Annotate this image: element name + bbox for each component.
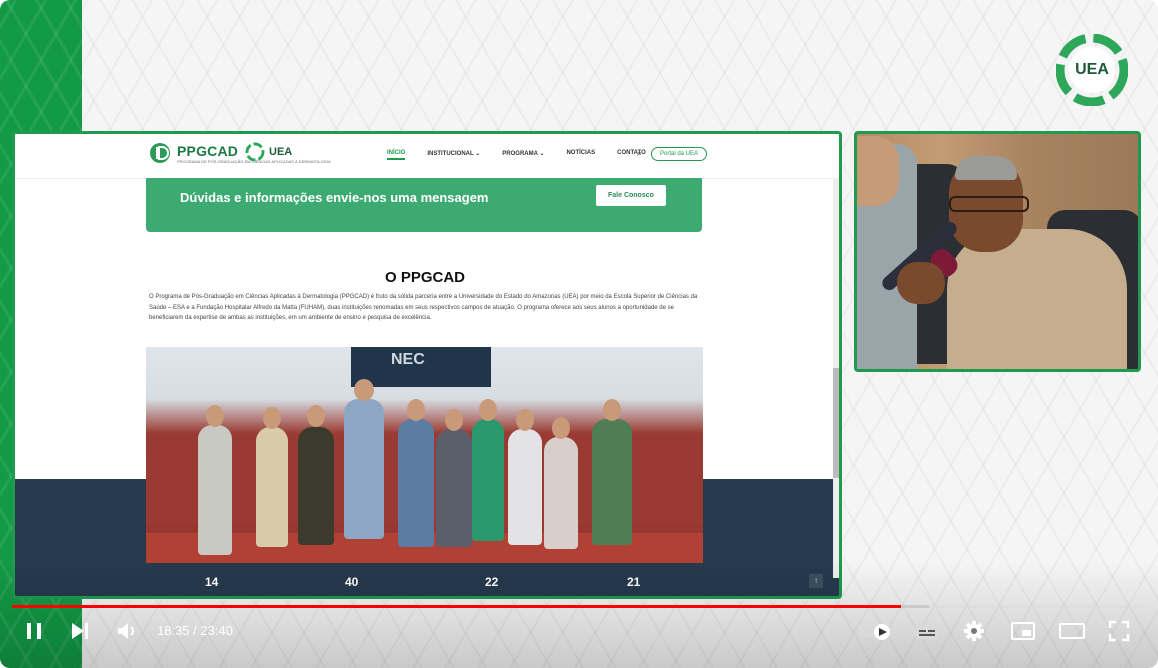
nav-institucional-label: INSTITUCIONAL bbox=[427, 151, 474, 157]
photo-head bbox=[407, 399, 425, 421]
photo-person bbox=[344, 399, 384, 539]
photo-person bbox=[298, 427, 334, 545]
chevron-down-icon: ⌄ bbox=[475, 151, 481, 157]
photo-person bbox=[256, 427, 288, 547]
webcam-background-face bbox=[857, 136, 899, 206]
main-nav: INÍCIO INSTITUCIONAL ⌄ PROGRAMA ⌄ NOTÍCI… bbox=[387, 150, 646, 160]
volume-icon[interactable] bbox=[116, 620, 138, 642]
scrollbar-thumb[interactable] bbox=[833, 368, 839, 478]
photo-person bbox=[544, 437, 578, 549]
nav-programa[interactable]: PROGRAMA ⌄ bbox=[502, 150, 544, 160]
uea-logo: UEA bbox=[1056, 34, 1128, 106]
ppgcad-brand[interactable]: PPGCAD PROGRAMA DE PÓS-GRADUAÇÃO EM CIÊN… bbox=[149, 142, 331, 164]
theater-icon[interactable] bbox=[1059, 621, 1085, 641]
photo-person bbox=[198, 425, 232, 555]
uea-mini-label: UEA bbox=[269, 146, 293, 158]
progress-bar[interactable] bbox=[12, 605, 1144, 608]
uea-brand[interactable]: UEA bbox=[245, 142, 292, 162]
uea-mini-logo-icon bbox=[245, 142, 265, 162]
progress-played bbox=[12, 605, 901, 608]
site-navbar: PPGCAD PROGRAMA DE PÓS-GRADUAÇÃO EM CIÊN… bbox=[15, 134, 839, 179]
nav-institucional[interactable]: INSTITUCIONAL ⌄ bbox=[427, 150, 480, 160]
autoplay-toggle-icon[interactable] bbox=[858, 622, 894, 642]
photo-person bbox=[436, 429, 472, 547]
photo-head bbox=[263, 407, 281, 429]
photo-head bbox=[552, 417, 570, 439]
fullscreen-icon[interactable] bbox=[1108, 620, 1130, 642]
about-text: O Programa de Pós-Graduação em Ciências … bbox=[149, 294, 698, 321]
webcam-panel bbox=[854, 131, 1141, 372]
settings-icon[interactable] bbox=[963, 620, 985, 642]
screen-share-panel: PPGCAD PROGRAMA DE PÓS-GRADUAÇÃO EM CIÊN… bbox=[12, 131, 842, 599]
banner-message: Dúvidas e informações envie-nos uma mens… bbox=[180, 190, 489, 205]
fale-conosco-button[interactable]: Fale Conosco bbox=[596, 185, 666, 206]
photo-head bbox=[307, 405, 325, 427]
photo-head bbox=[445, 409, 463, 431]
uea-logo-text: UEA bbox=[1075, 61, 1109, 78]
photo-head bbox=[479, 399, 497, 421]
progress-buffered bbox=[900, 605, 929, 608]
miniplayer-icon[interactable] bbox=[1011, 621, 1035, 641]
time-display: 18:35 / 23:40 bbox=[157, 623, 233, 638]
pause-icon[interactable] bbox=[24, 621, 44, 641]
webcam-speaker-hand bbox=[897, 262, 945, 304]
nav-programa-label: PROGRAMA bbox=[502, 151, 538, 157]
nav-inicio[interactable]: INÍCIO bbox=[387, 150, 406, 160]
next-icon[interactable] bbox=[70, 621, 90, 641]
video-frame[interactable]: UEA PPGCAD PROGRAMA DE PÓS-GRADUAÇÃO EM … bbox=[0, 0, 1158, 668]
portal-uea-button[interactable]: Portal da UEA bbox=[651, 147, 708, 161]
photo-person bbox=[472, 419, 504, 541]
photo-person bbox=[592, 419, 632, 545]
webcam-speaker-glasses bbox=[949, 196, 1029, 212]
photo-screen-label: NEC bbox=[351, 347, 491, 387]
chevron-down-icon: ⌄ bbox=[539, 151, 545, 157]
photo-person bbox=[398, 419, 434, 547]
subtitles-icon[interactable] bbox=[915, 621, 939, 641]
time-separator: / bbox=[189, 623, 201, 638]
photo-head bbox=[206, 405, 224, 427]
nav-noticias[interactable]: NOTÍCIAS bbox=[566, 150, 595, 160]
photo-person bbox=[508, 429, 542, 545]
time-total: 23:40 bbox=[200, 623, 233, 638]
webcam-speaker-hair bbox=[955, 156, 1017, 180]
photo-head bbox=[354, 379, 374, 401]
page-scrollbar[interactable] bbox=[833, 178, 839, 578]
search-icon[interactable]: ⌕ bbox=[637, 148, 642, 159]
controls-shade bbox=[0, 560, 1158, 668]
time-current: 18:35 bbox=[157, 623, 190, 638]
photo-head bbox=[603, 399, 621, 421]
photo-head bbox=[516, 409, 534, 431]
about-title: O PPGCAD bbox=[384, 269, 465, 286]
group-photo: NEC bbox=[146, 347, 703, 563]
contact-banner: Dúvidas e informações envie-nos uma mens… bbox=[146, 178, 702, 232]
ppgcad-logo-icon bbox=[150, 143, 170, 163]
